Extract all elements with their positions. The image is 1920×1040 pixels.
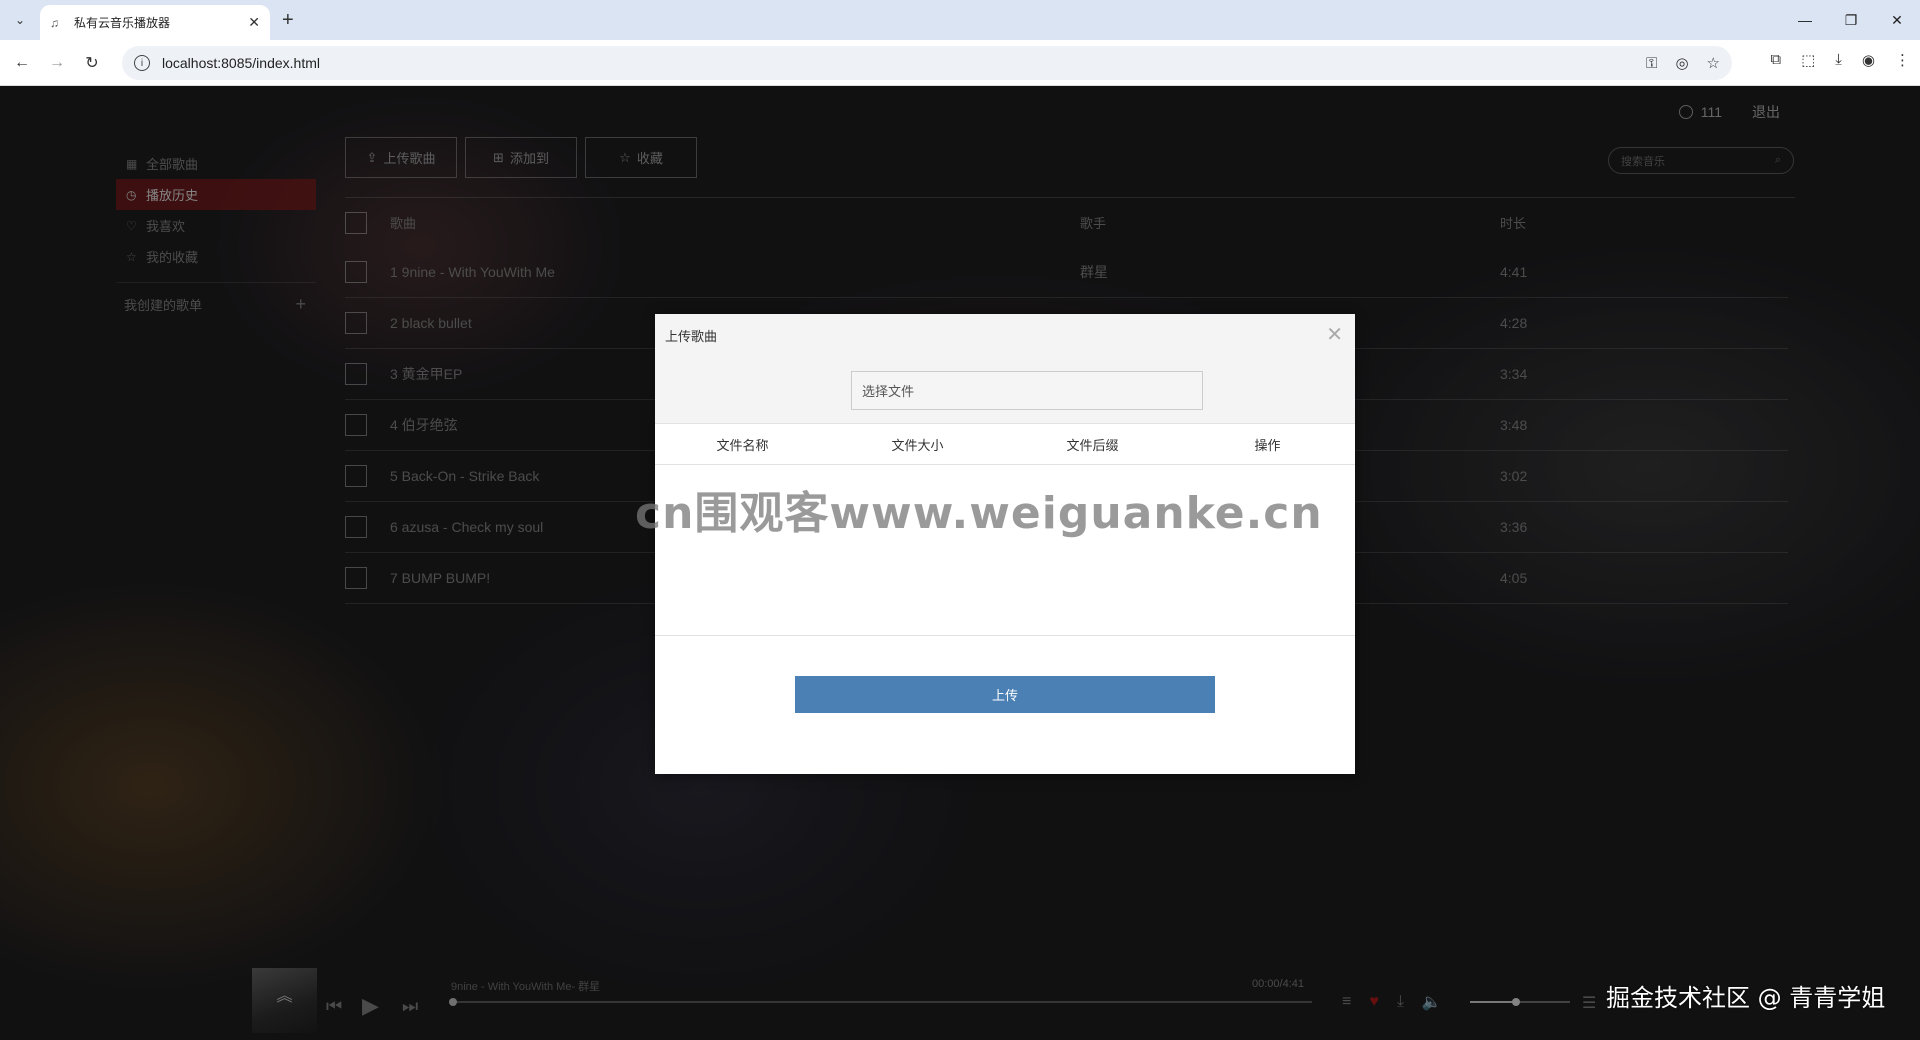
header-file-size: 文件大小 [891,437,944,453]
file-table-body: cn围观客www.weiguanke.cn [635,465,1355,636]
browser-toolbar: ← → ↻ i localhost:8085/index.html ⚿ ◎ ☆ … [0,40,1920,86]
address-bar[interactable]: i localhost:8085/index.html ⚿ ◎ ☆ [122,46,1732,80]
tab-close-icon[interactable]: ✕ [248,14,260,31]
reload-icon[interactable]: ↻ [80,51,104,75]
bookmark-star-icon[interactable]: ☆ [1707,54,1720,72]
credit-watermark: 掘金技术社区 @ 青青学姐 [1606,984,1886,1012]
file-table-header: 文件名称 文件大小 文件后缀 操作 [655,424,1355,465]
tab-title: 私有云音乐播放器 [74,16,171,30]
minimize-icon[interactable]: — [1782,0,1828,40]
watermark-text: cn围观客www.weiguanke.cn [635,488,1323,539]
upload-dialog-title: 上传歌曲 [665,329,718,344]
header-actions: 操作 [1254,437,1281,453]
browser-tab[interactable]: ♫ 私有云音乐播放器 ✕ [40,5,270,40]
forward-icon[interactable]: → [45,51,69,75]
profile-icon[interactable]: ◉ [1862,51,1875,69]
menu-icon[interactable]: ⋮ [1895,51,1910,69]
extensions-icon[interactable]: ⬚ [1801,51,1815,69]
download-icon[interactable]: ⤓ [1835,51,1842,69]
eye-off-icon[interactable]: ◎ [1675,54,1688,72]
tab-search-icon[interactable]: ⌄ [8,8,32,32]
upload-dialog-header: 上传歌曲 ✕ 选择文件 [655,314,1355,424]
back-icon[interactable]: ← [10,51,34,75]
window-controls: — ❐ ✕ [1782,0,1920,40]
upload-button[interactable]: 上传 [795,676,1215,713]
browser-tabstrip: ⌄ ♫ 私有云音乐播放器 ✕ + — ❐ ✕ [0,0,1920,40]
header-file-ext: 文件后缀 [1066,437,1119,453]
window-close-icon[interactable]: ✕ [1874,0,1920,40]
site-info-icon[interactable]: i [134,55,150,71]
key-icon[interactable]: ⚿ [1646,55,1657,72]
url-text: localhost:8085/index.html [162,55,320,71]
crop-icon[interactable]: ⧉ [1770,51,1781,69]
new-tab-icon[interactable]: + [282,9,294,32]
restore-icon[interactable]: ❐ [1828,0,1874,40]
upload-dialog: 上传歌曲 ✕ 选择文件 文件名称 文件大小 文件后缀 操作 cn围观客www.w… [635,314,1355,774]
header-file-name: 文件名称 [716,437,769,453]
page-favicon-icon: ♫ [50,15,59,30]
choose-file-input[interactable]: 选择文件 [851,371,1203,410]
dialog-close-icon[interactable]: ✕ [1326,322,1343,347]
